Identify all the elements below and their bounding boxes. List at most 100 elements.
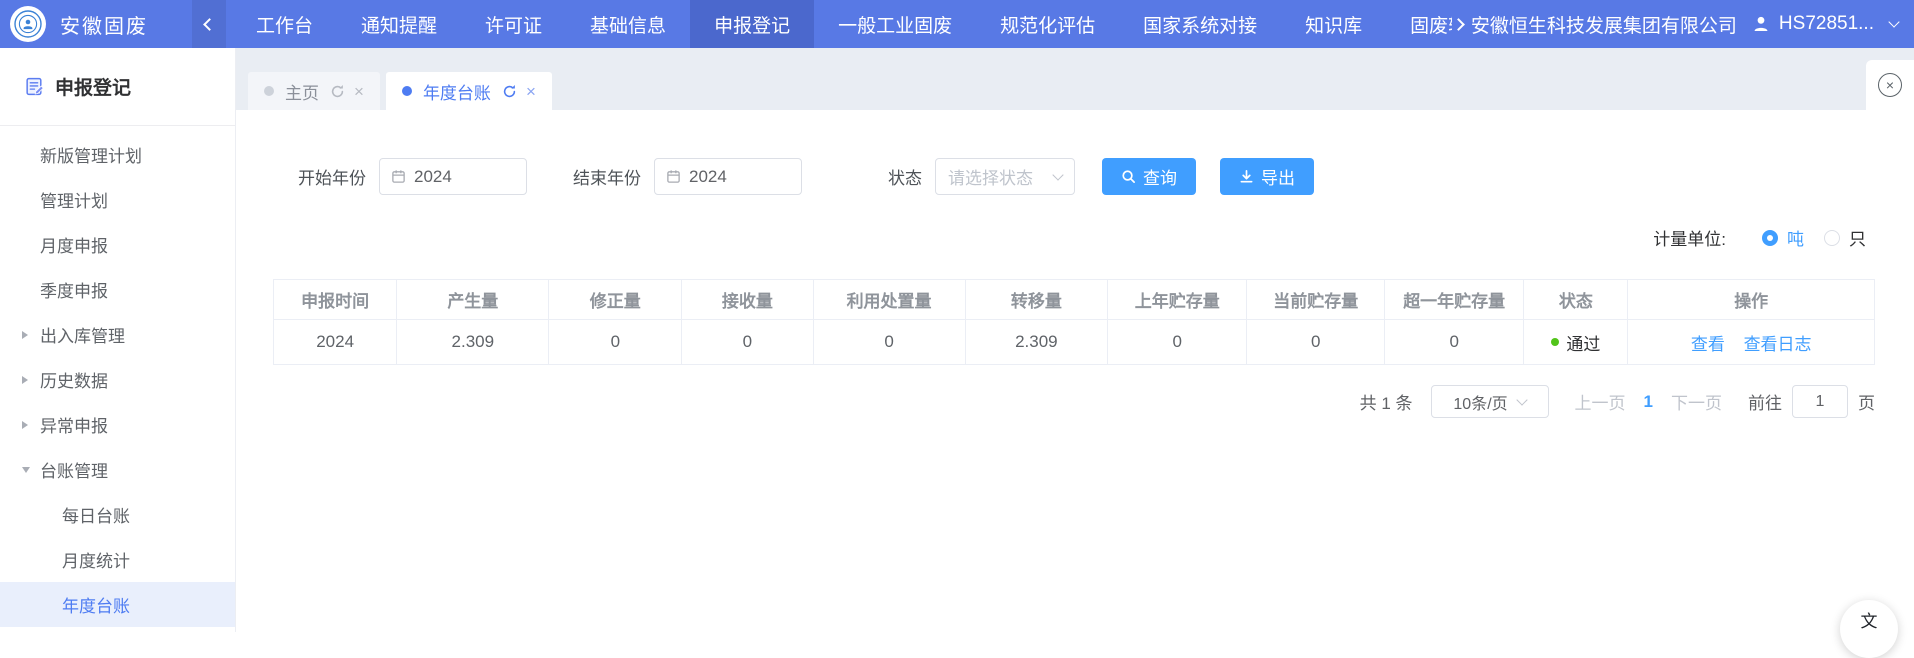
goto-page: 前往 页	[1748, 385, 1875, 418]
sidebar-item-ledger-management[interactable]: 台账管理	[0, 447, 235, 492]
close-icon[interactable]: ×	[526, 83, 536, 100]
cell-current-storage: 0	[1247, 320, 1385, 365]
tab-label: 主页	[285, 79, 319, 104]
calendar-icon	[391, 169, 406, 184]
radio-selected-icon	[1762, 230, 1778, 246]
triangle-right-icon	[22, 421, 28, 429]
sidebar-item-annual-ledger[interactable]: 年度台账	[0, 582, 235, 627]
chevron-down-icon	[1052, 169, 1063, 180]
sidebar-menu: 新版管理计划 管理计划 月度申报 季度申报 出入库管理 历史数据 异常申报 台账…	[0, 126, 235, 627]
radio-option-ton[interactable]: 吨	[1762, 225, 1804, 250]
status-label: 状态	[888, 164, 922, 189]
sidebar-collapse-button[interactable]	[192, 0, 226, 48]
unit-selector-row: 计量单位: 吨 只	[236, 225, 1914, 250]
tab-dot-icon	[264, 86, 274, 96]
cell-over-year-storage: 0	[1385, 320, 1524, 365]
radio-option-piece[interactable]: 只	[1824, 225, 1866, 250]
nav-declare-register[interactable]: 申报登记	[690, 0, 814, 48]
start-year-input[interactable]	[414, 167, 504, 187]
triangle-right-icon	[22, 331, 28, 339]
sidebar: 申报登记 新版管理计划 管理计划 月度申报 季度申报 出入库管理 历史数据 异常…	[0, 48, 236, 632]
radio-label: 只	[1849, 225, 1866, 250]
column-header: 接收量	[682, 280, 813, 320]
start-year-field[interactable]	[379, 158, 527, 195]
chevron-right-icon	[1452, 18, 1465, 31]
sidebar-item-label: 台账管理	[40, 457, 108, 482]
nav-license[interactable]: 许可证	[461, 0, 566, 48]
nav-basic-info[interactable]: 基础信息	[566, 0, 690, 48]
table-header-row: 申报时间 产生量 修正量 接收量 利用处置量 转移量 上年贮存量 当前贮存量 超…	[274, 280, 1875, 320]
nav-workbench[interactable]: 工作台	[232, 0, 337, 48]
goto-page-input[interactable]	[1792, 385, 1848, 418]
cell-transferred: 2.309	[965, 320, 1107, 365]
tab-home[interactable]: 主页 ×	[248, 72, 380, 110]
page-number-1[interactable]: 1	[1644, 392, 1653, 412]
goto-unit: 页	[1858, 389, 1875, 414]
end-year-label: 结束年份	[573, 164, 641, 189]
refresh-icon[interactable]	[330, 84, 345, 99]
triangle-right-icon	[22, 376, 28, 384]
table-row: 2024 2.309 0 0 0 2.309 0 0 0 通过 查看 查看日志	[274, 320, 1875, 365]
user-id: HS72851...	[1779, 13, 1874, 35]
cell-produced: 2.309	[397, 320, 549, 365]
circle-close-icon: ×	[1878, 73, 1902, 97]
document-edit-icon	[24, 76, 45, 97]
status-text: 通过	[1566, 330, 1600, 355]
page-size-select[interactable]: 10条/页	[1431, 385, 1549, 418]
top-nav-menu: 工作台 通知提醒 许可证 基础信息 申报登记 一般工业固废 规范化评估 国家系统…	[232, 0, 1452, 48]
nav-waste-transfer[interactable]: 固废转	[1386, 0, 1452, 48]
search-button[interactable]: 查询	[1102, 158, 1196, 195]
sidebar-item-history-data[interactable]: 历史数据	[0, 357, 235, 402]
export-button-label: 导出	[1261, 164, 1295, 189]
column-header: 产生量	[397, 280, 549, 320]
goto-label: 前往	[1748, 389, 1782, 414]
float-widget-button[interactable]: 文	[1840, 600, 1898, 658]
column-header: 当前贮存量	[1247, 280, 1385, 320]
nav-knowledge-base[interactable]: 知识库	[1281, 0, 1386, 48]
nav-notifications[interactable]: 通知提醒	[337, 0, 461, 48]
sidebar-item-quarterly-declare[interactable]: 季度申报	[0, 267, 235, 312]
cell-prev-storage: 0	[1108, 320, 1247, 365]
sidebar-item-monthly-stats[interactable]: 月度统计	[0, 537, 235, 582]
next-page-button[interactable]: 下一页	[1671, 389, 1722, 414]
sidebar-item-daily-ledger[interactable]: 每日台账	[0, 492, 235, 537]
triangle-down-icon	[22, 467, 30, 473]
sidebar-item-abnormal-declare[interactable]: 异常申报	[0, 402, 235, 447]
status-badge: 通过	[1551, 330, 1600, 355]
tab-annual-ledger[interactable]: 年度台账 ×	[386, 72, 552, 110]
column-header: 操作	[1628, 280, 1875, 320]
refresh-icon[interactable]	[502, 84, 517, 99]
close-all-tabs-button[interactable]: ×	[1866, 60, 1914, 110]
nav-national-system[interactable]: 国家系统对接	[1119, 0, 1281, 48]
cell-declare-year: 2024	[274, 320, 397, 365]
sidebar-item-monthly-declare[interactable]: 月度申报	[0, 222, 235, 267]
annual-ledger-table: 申报时间 产生量 修正量 接收量 利用处置量 转移量 上年贮存量 当前贮存量 超…	[273, 279, 1875, 365]
view-log-link[interactable]: 查看日志	[1744, 335, 1812, 354]
status-select[interactable]: 请选择状态	[935, 158, 1075, 195]
export-button[interactable]: 导出	[1220, 158, 1314, 195]
unit-label: 计量单位:	[1653, 225, 1726, 250]
radio-label: 吨	[1787, 225, 1804, 250]
chevron-left-icon	[203, 18, 216, 31]
sidebar-item-label: 出入库管理	[40, 322, 125, 347]
user-menu-button[interactable]	[1890, 23, 1898, 26]
download-icon	[1239, 169, 1254, 184]
sidebar-item-inout-storage[interactable]: 出入库管理	[0, 312, 235, 357]
end-year-field[interactable]	[654, 158, 802, 195]
end-year-input[interactable]	[689, 167, 779, 187]
user-area: 安徽恒生科技发展集团有限公司 HS72851...	[1471, 11, 1914, 38]
nav-standard-assessment[interactable]: 规范化评估	[976, 0, 1119, 48]
chevron-down-icon	[1888, 16, 1899, 27]
close-icon[interactable]: ×	[354, 83, 364, 100]
nav-general-industrial-waste[interactable]: 一般工业固废	[814, 0, 976, 48]
nav-overflow-button[interactable]	[1454, 20, 1463, 29]
radio-unselected-icon	[1824, 230, 1840, 246]
search-icon	[1121, 169, 1136, 184]
view-link[interactable]: 查看	[1691, 335, 1725, 354]
sidebar-item-new-management-plan[interactable]: 新版管理计划	[0, 132, 235, 177]
pagination: 共 1 条 10条/页 上一页 1 下一页 前往 页	[236, 385, 1875, 418]
cell-status: 通过	[1524, 320, 1628, 365]
tab-dot-icon	[402, 86, 412, 96]
sidebar-item-management-plan[interactable]: 管理计划	[0, 177, 235, 222]
prev-page-button[interactable]: 上一页	[1575, 389, 1626, 414]
